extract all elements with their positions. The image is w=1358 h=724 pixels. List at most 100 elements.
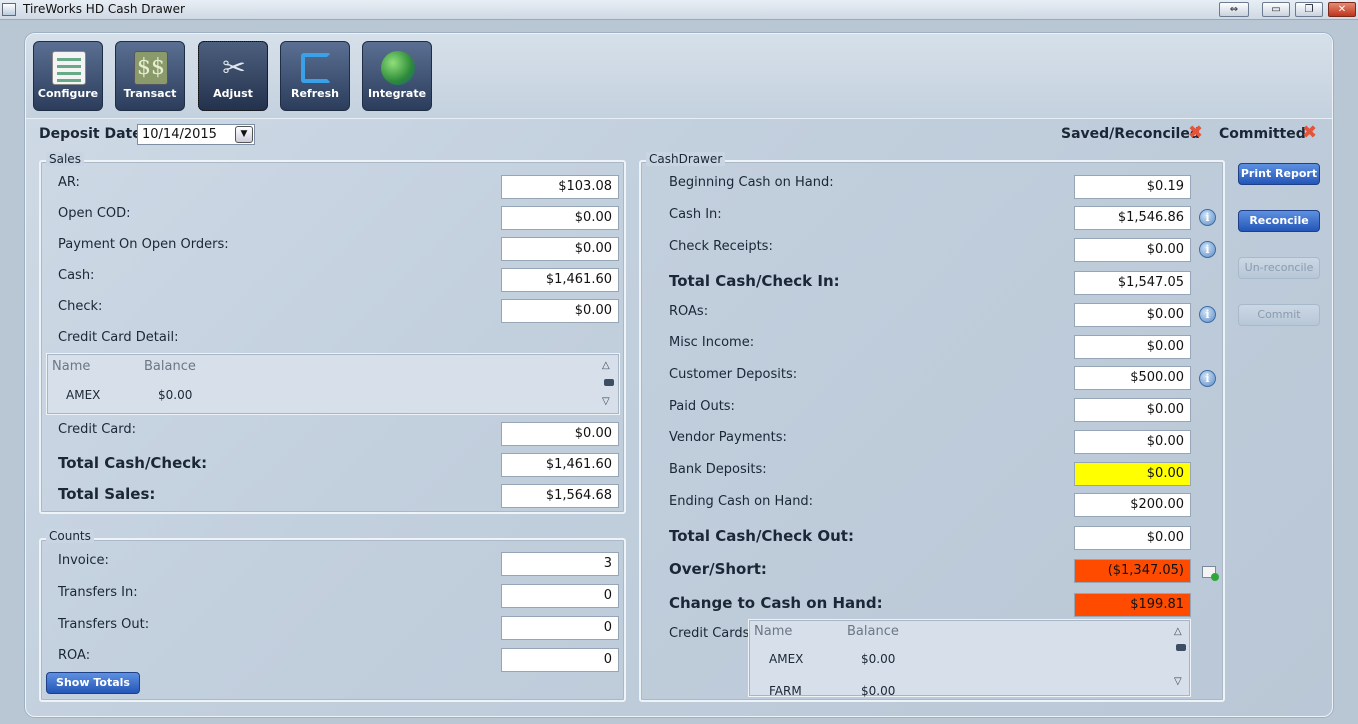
misc-income-field[interactable]: $0.00	[1074, 335, 1191, 359]
change-label: Change to Cash on Hand:	[669, 594, 883, 612]
roas-label: ROAs:	[669, 304, 709, 319]
total-cash-check-field[interactable]: $1,461.60	[501, 453, 619, 477]
show-totals-button[interactable]: Show Totals	[46, 672, 140, 694]
adjust-button[interactable]: ✂ Adjust	[198, 41, 268, 111]
grid-cell-name[interactable]: AMEX	[769, 652, 803, 666]
calendar-dropdown-icon[interactable]: ▼	[235, 126, 253, 143]
credit-card-field[interactable]: $0.00	[501, 422, 619, 446]
deposit-date-value: 10/14/2015	[142, 127, 217, 142]
over-short-field[interactable]: ($1,347.05)	[1074, 559, 1191, 583]
cash-in-field[interactable]: $1,546.86	[1074, 206, 1191, 230]
committed-status-x-icon: ✖	[1302, 122, 1318, 143]
ar-field[interactable]: $103.08	[501, 175, 619, 199]
paid-outs-label: Paid Outs:	[669, 399, 735, 414]
print-report-button[interactable]: Print Report	[1238, 163, 1320, 185]
over-short-label: Over/Short:	[669, 560, 767, 578]
transfers-out-field[interactable]: 0	[501, 616, 619, 640]
cash-in-label: Cash In:	[669, 207, 722, 222]
transact-button[interactable]: $$ Transact	[115, 41, 185, 111]
transfers-out-label: Transfers Out:	[58, 617, 150, 632]
close-button[interactable]: ✕	[1328, 2, 1356, 17]
beginning-cash-label: Beginning Cash on Hand:	[669, 175, 834, 190]
resize-icon[interactable]: ⇔	[1219, 2, 1249, 17]
grid-cell-balance[interactable]: $0.00	[158, 388, 192, 402]
beginning-cash-field[interactable]: $0.19	[1074, 175, 1191, 199]
refresh-button[interactable]: Refresh	[280, 41, 350, 111]
check-receipts-info-icon[interactable]: i	[1199, 241, 1216, 258]
invoice-field[interactable]: 3	[501, 552, 619, 576]
scroll-down-icon[interactable]: ▽	[602, 396, 610, 407]
saved-status-x-icon: ✖	[1188, 122, 1204, 143]
committed-label: Committed	[1219, 126, 1306, 142]
total-in-field[interactable]: $1,547.05	[1074, 271, 1191, 295]
roas-field[interactable]: $0.00	[1074, 303, 1191, 327]
globe-icon	[381, 51, 415, 85]
customer-deposits-field[interactable]: $500.00	[1074, 366, 1191, 390]
window-title: TireWorks HD Cash Drawer	[23, 2, 185, 16]
customer-deposits-info-icon[interactable]: i	[1199, 370, 1216, 387]
cashdrawer-cc-grid[interactable]: Name Balance AMEX $0.00 FARM $0.00 △ ▽	[748, 619, 1191, 698]
ending-cash-field[interactable]: $200.00	[1074, 493, 1191, 517]
total-sales-field[interactable]: $1,564.68	[501, 484, 619, 508]
cc-detail-label: Credit Card Detail:	[58, 330, 179, 345]
grid-cell-name[interactable]: AMEX	[66, 388, 100, 402]
grid-cell-name[interactable]: FARM	[769, 684, 802, 698]
open-cod-field[interactable]: $0.00	[501, 206, 619, 230]
refresh-label: Refresh	[291, 87, 339, 100]
bank-deposits-field[interactable]: $0.00	[1074, 462, 1191, 486]
scroll-up-icon[interactable]: △	[602, 360, 610, 371]
cashdrawer-title: CashDrawer	[646, 152, 726, 166]
total-in-label: Total Cash/Check In:	[669, 272, 840, 290]
cash-label: Cash:	[58, 268, 95, 283]
transfers-in-field[interactable]: 0	[501, 584, 619, 608]
grid-cell-balance[interactable]: $0.00	[861, 652, 895, 666]
sales-cc-grid[interactable]: Name Balance AMEX $0.00 △ ▽	[46, 353, 620, 415]
adjust-label: Adjust	[213, 87, 253, 100]
roa-count-field[interactable]: 0	[501, 648, 619, 672]
counts-title: Counts	[46, 529, 94, 543]
integrate-button[interactable]: Integrate	[362, 41, 432, 111]
configure-button[interactable]: Configure	[33, 41, 103, 111]
scroll-up-icon[interactable]: △	[1174, 626, 1182, 637]
open-cod-label: Open COD:	[58, 206, 131, 221]
deposit-date-picker[interactable]: 10/14/2015 ▼	[137, 124, 255, 145]
sales-title: Sales	[46, 152, 84, 166]
bank-deposits-label: Bank Deposits:	[669, 462, 767, 477]
check-receipts-field[interactable]: $0.00	[1074, 238, 1191, 262]
integrate-label: Integrate	[367, 87, 427, 100]
title-bar: TireWorks HD Cash Drawer ⇔ ▭ ❐ ✕	[0, 0, 1358, 20]
ending-cash-label: Ending Cash on Hand:	[669, 494, 814, 509]
total-out-field[interactable]: $0.00	[1074, 526, 1191, 550]
total-cash-check-label: Total Cash/Check:	[58, 454, 208, 472]
ar-label: AR:	[58, 175, 80, 190]
check-field[interactable]: $0.00	[501, 299, 619, 323]
maximize-button[interactable]: ❐	[1295, 2, 1323, 17]
scroll-thumb[interactable]	[604, 379, 614, 386]
reconcile-button[interactable]: Reconcile	[1238, 210, 1320, 232]
paid-outs-field[interactable]: $0.00	[1074, 398, 1191, 422]
payment-open-orders-field[interactable]: $0.00	[501, 237, 619, 261]
roas-info-icon[interactable]: i	[1199, 306, 1216, 323]
unreconcile-button[interactable]: Un-reconcile	[1238, 257, 1320, 279]
grid-cell-balance[interactable]: $0.00	[861, 684, 895, 698]
vendor-payments-field[interactable]: $0.00	[1074, 430, 1191, 454]
configure-label: Configure	[37, 87, 99, 100]
minimize-button[interactable]: ▭	[1262, 2, 1290, 17]
saved-reconciled-label: Saved/Reconciled	[1061, 126, 1200, 142]
commit-button[interactable]: Commit	[1238, 304, 1320, 326]
credit-card-label: Credit Card:	[58, 422, 137, 437]
tools-icon: ✂	[222, 51, 246, 84]
add-note-icon[interactable]	[1202, 566, 1219, 581]
scroll-down-icon[interactable]: ▽	[1174, 676, 1182, 687]
check-label: Check:	[58, 299, 103, 314]
cash-field[interactable]: $1,461.60	[501, 268, 619, 292]
check-receipts-label: Check Receipts:	[669, 239, 773, 254]
grid-header-balance: Balance	[144, 359, 196, 374]
deposit-date-label: Deposit Date:	[39, 126, 148, 142]
total-sales-label: Total Sales:	[58, 485, 156, 503]
change-field[interactable]: $199.81	[1074, 593, 1191, 617]
payment-open-orders-label: Payment On Open Orders:	[58, 237, 229, 252]
scroll-thumb[interactable]	[1176, 644, 1186, 651]
cash-in-info-icon[interactable]: i	[1199, 209, 1216, 226]
money-icon: $$	[134, 51, 168, 85]
